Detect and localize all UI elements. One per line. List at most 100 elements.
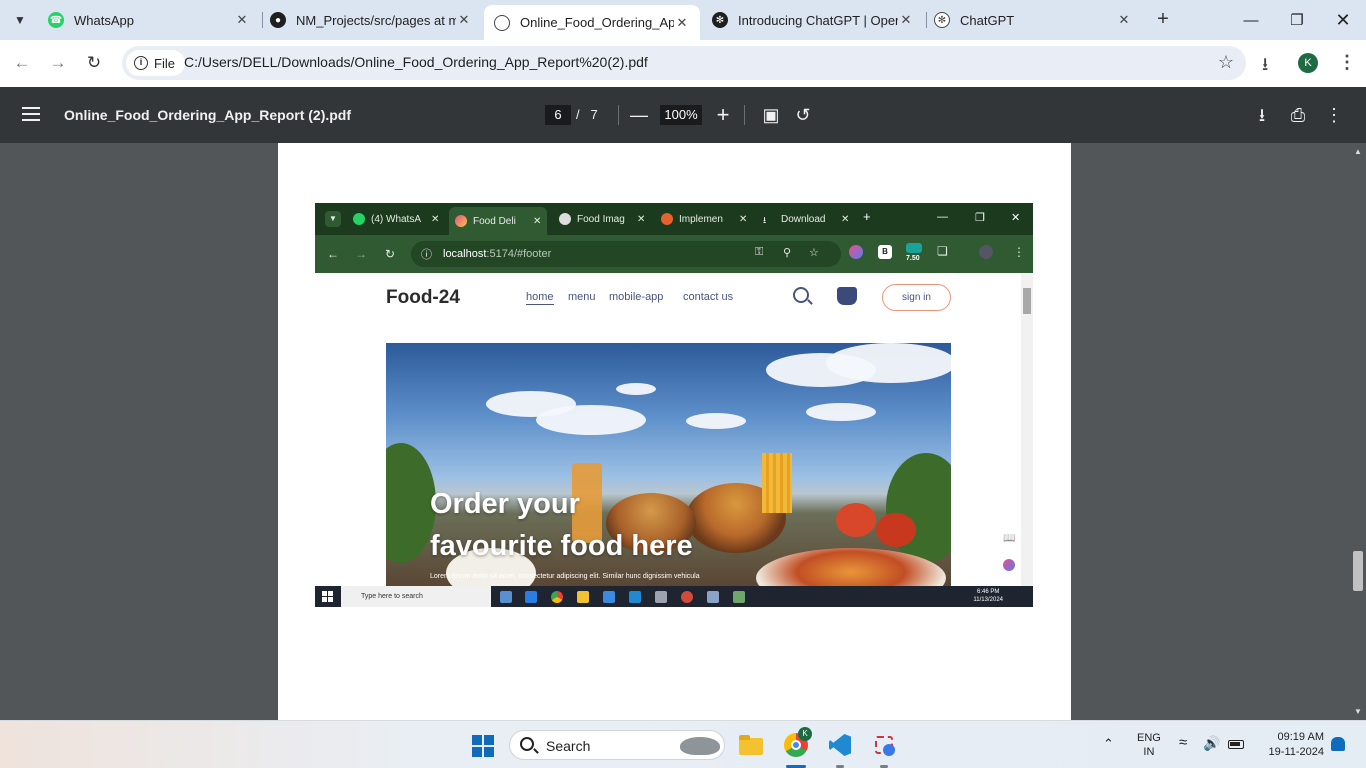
whatsapp-icon [353,213,365,225]
extension-icon [849,245,863,259]
system-clock[interactable]: 09:19 AM 19-11-2024 [1254,730,1324,760]
hero-title-line2: favourite food here [430,530,693,562]
close-tab-icon[interactable]: ✕ [456,12,472,28]
download-icon[interactable]: ⭳ [1262,52,1268,82]
download-icon: ⭳ [1258,105,1266,125]
download-icon: ⭳ [763,215,767,225]
browser-tab-introducing-chatgpt[interactable]: ✻ Introducing ChatGPT | Open ✕ [702,5,924,35]
extension-badge-text: 7.50 [906,255,920,262]
volume-icon[interactable]: 🔊 [1203,736,1220,750]
search-highlight-icon [680,737,720,755]
scrollbar-thumb[interactable] [1353,551,1363,591]
close-tab-icon[interactable]: ✕ [898,12,914,28]
snipping-tool-button[interactable] [871,732,897,758]
rotate-button[interactable]: ↺ [790,102,816,128]
restore-button[interactable]: ❐ [1274,0,1320,40]
zoom-level-input[interactable]: 100% [660,105,702,125]
taskbar-search-box[interactable]: Search [509,730,725,760]
wifi-icon[interactable]: ≈ [1179,735,1187,750]
profile-icon [979,245,993,259]
pdf-document-title: Online_Food_Ordering_App_Report (2).pdf [64,107,352,123]
chevron-up-icon[interactable]: ⌃ [1103,737,1114,751]
browser-tab-whatsapp[interactable]: ☎ WhatsApp ✕ [38,5,260,35]
zoom-icon: ⚲ [783,247,792,259]
bookmark-star-icon[interactable]: ☆ [1218,52,1234,73]
pdf-print-button[interactable]: ⎙ [1285,102,1311,128]
tomato-shape [876,513,916,547]
fit-to-page-button[interactable]: ▣ [758,102,784,128]
arrow-right-icon: → [355,247,367,261]
embedded-date: 11/13/2024 [973,597,1003,603]
mail-icon [525,591,537,603]
tab-title: Online_Food_Ordering_App_ [520,15,674,30]
arrow-left-icon: ← [327,247,339,261]
close-tab-icon[interactable]: ✕ [674,15,690,31]
assistant-icon [1003,559,1015,571]
close-tab-icon[interactable]: ✕ [1116,12,1132,28]
embedded-address-bar: ← → ↻ ⓘ localhost:5174/#footer ⚿ ⚲ ☆ B 7… [315,235,1033,273]
chrome-taskbar-button[interactable]: K [783,727,812,758]
site-info-chip[interactable]: i File [126,50,185,76]
battery-icon[interactable] [1228,740,1244,749]
file-explorer-button[interactable] [738,732,764,758]
minimize-icon: — [1243,11,1259,29]
embedded-tab-title: Download [781,213,826,225]
address-bar[interactable]: i File C:/Users/DELL/Downloads/Online_Fo… [122,46,1246,80]
pdf-more-button[interactable]: ⋮ [1321,102,1347,128]
site-menu-contact-us: contact us [683,291,734,303]
profile-avatar[interactable]: K [1298,53,1318,73]
scroll-down-icon[interactable]: ▼ [1354,707,1362,716]
new-tab-button[interactable]: + [1151,8,1175,32]
close-tab-icon[interactable]: ✕ [234,12,250,28]
hero-title: Order your favourite food here [430,483,693,567]
site-menu-menu: menu [568,291,596,303]
pdf-download-button[interactable]: ⭳ [1249,102,1275,128]
zoom-in-button[interactable]: + [710,102,736,128]
sidebar-menu-icon[interactable] [22,107,40,125]
embedded-tab: (4) WhatsA ✕ [347,208,445,230]
tab-search-button[interactable]: ▼ [8,8,32,32]
claude-icon [661,213,673,225]
close-window-button[interactable]: ✕ [1320,0,1366,40]
embedded-scroll-thumb [1023,288,1031,314]
clock-date: 19-11-2024 [1268,746,1324,758]
taskview-icon [500,591,512,603]
site-signin-button: sign in [882,284,951,311]
more-vertical-icon: ⋮ [1325,105,1343,125]
embedded-tab-title: Implemen [679,213,723,225]
notification-bell-icon[interactable] [1331,737,1345,751]
hero-banner: Order your favourite food here Lorem ips… [386,343,951,586]
vscode-taskbar-button[interactable] [827,732,853,758]
search-icon [520,737,534,751]
browser-tab-pdf-report[interactable]: Online_Food_Ordering_App_ ✕ [484,5,700,40]
browser-tab-github[interactable]: ● NM_Projects/src/pages at m ✕ [260,5,482,35]
embedded-taskbar: Type here to search 6:46 PM 11/13/2024 [315,586,1033,607]
start-button[interactable] [472,735,494,757]
extension-b-icon: B [878,245,892,259]
chrome-menu-icon[interactable]: ⋮ [1338,52,1356,73]
windows-taskbar: Search K ⌃ ENG IN ≈ 🔊 09:19 AM 19-11-202… [0,720,1366,768]
scroll-up-icon[interactable]: ▲ [1354,147,1362,156]
reload-button[interactable]: ↻ [82,51,106,75]
openai-icon: ✻ [712,12,728,28]
browser-tab-chatgpt[interactable]: ✻ ChatGPT ✕ [924,5,1142,35]
page-count: / 7 [576,107,598,122]
pdf-scrollbar[interactable]: ▲ ▼ [1350,143,1366,720]
minimize-button[interactable]: — [1228,0,1274,40]
forward-button[interactable]: → [46,51,70,75]
embedded-omnibox: ⓘ localhost:5174/#footer ⚿ ⚲ ☆ [411,241,841,267]
app-icon [655,591,667,603]
tab-title: WhatsApp [74,12,134,28]
taskbar-search-label: Search [546,738,591,754]
language-line1: ENG [1137,732,1161,744]
embedded-tab-strip: ▼ (4) WhatsA ✕ Food Deli ✕ Food Imag ✕ Impl… [315,203,1033,235]
language-indicator[interactable]: ENG IN [1137,731,1161,759]
back-button[interactable]: ← [10,51,34,75]
zoom-out-button[interactable]: — [626,102,652,128]
embedded-tab-title: (4) WhatsA [371,213,422,225]
cloud-shape [826,343,951,383]
chevron-down-icon: ▼ [14,13,26,27]
url-text[interactable]: C:/Users/DELL/Downloads/Online_Food_Orde… [184,54,648,70]
page-number-input[interactable]: 6 [545,105,571,125]
browser-tab-strip: ▼ ☎ WhatsApp ✕ ● NM_Projects/src/pages a… [0,0,1366,40]
